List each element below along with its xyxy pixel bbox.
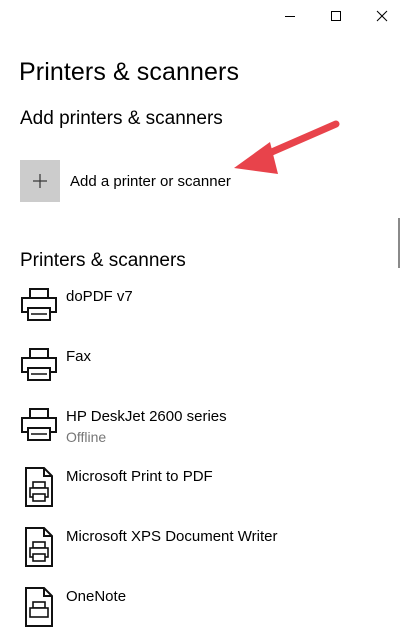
printer-icon [21, 348, 57, 381]
device-name: Fax [66, 348, 92, 365]
device-item-fax[interactable]: Fax [20, 346, 380, 402]
devices-section-heading: Printers & scanners [20, 250, 186, 271]
scrollbar[interactable] [398, 218, 400, 268]
document-printer-icon [25, 587, 53, 627]
close-icon [376, 10, 388, 22]
device-item-hp-deskjet[interactable]: HP DeskJet 2600 series Offline [20, 406, 380, 462]
window-controls [267, 0, 405, 32]
plus-icon [33, 174, 47, 188]
maximize-button[interactable] [313, 0, 359, 32]
device-item-onenote[interactable]: OneNote [20, 586, 380, 642]
minimize-button[interactable] [267, 0, 313, 32]
annotation-arrow-icon [234, 120, 340, 174]
device-item-xps-writer[interactable]: Microsoft XPS Document Writer [20, 526, 380, 582]
printer-icon [21, 288, 57, 321]
printer-icon [21, 408, 57, 441]
device-name: Microsoft XPS Document Writer [66, 528, 278, 545]
add-printer-label: Add a printer or scanner [70, 172, 231, 190]
add-tile [20, 160, 60, 202]
add-section-heading: Add printers & scanners [20, 108, 223, 129]
document-printer-icon [25, 467, 53, 507]
page-title: Printers & scanners [19, 58, 240, 86]
maximize-icon [331, 11, 341, 21]
device-name: Microsoft Print to PDF [66, 468, 213, 485]
device-name: OneNote [66, 588, 127, 605]
minimize-icon [285, 16, 295, 17]
device-status: Offline [66, 429, 107, 445]
device-name: doPDF v7 [66, 288, 133, 305]
document-printer-icon [25, 527, 53, 567]
device-name: HP DeskJet 2600 series [66, 408, 227, 425]
device-item-print-to-pdf[interactable]: Microsoft Print to PDF [20, 466, 380, 522]
close-button[interactable] [359, 0, 405, 32]
device-item-dopdf[interactable]: doPDF v7 [20, 286, 380, 342]
